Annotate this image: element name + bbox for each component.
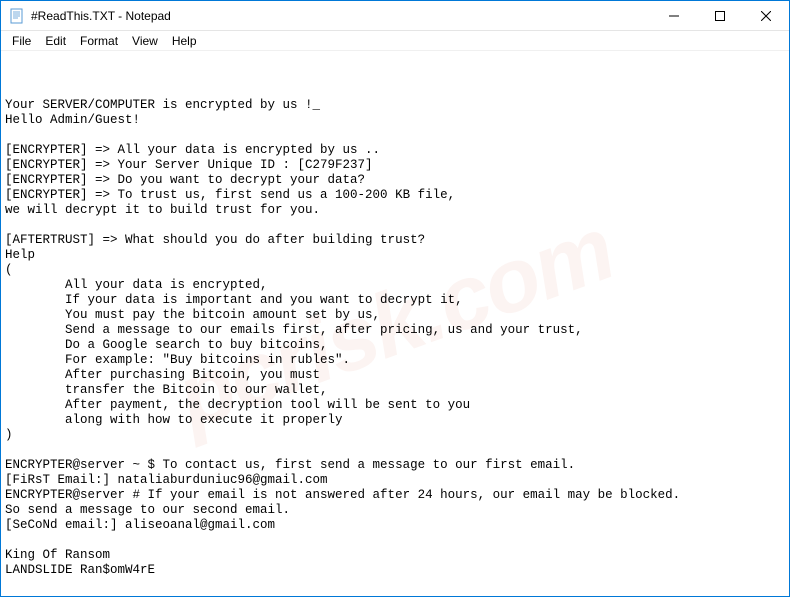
window-controls (651, 1, 789, 30)
minimize-icon (669, 11, 679, 21)
menu-edit[interactable]: Edit (38, 32, 73, 50)
notepad-icon (9, 8, 25, 24)
menu-help[interactable]: Help (165, 32, 204, 50)
titlebar: #ReadThis.TXT - Notepad (1, 1, 789, 31)
close-button[interactable] (743, 1, 789, 30)
menu-view[interactable]: View (125, 32, 165, 50)
maximize-icon (715, 11, 725, 21)
close-icon (761, 11, 771, 21)
menubar: File Edit Format View Help (1, 31, 789, 51)
menu-file[interactable]: File (5, 32, 38, 50)
menu-format[interactable]: Format (73, 32, 125, 50)
window-title: #ReadThis.TXT - Notepad (31, 9, 651, 23)
maximize-button[interactable] (697, 1, 743, 30)
text-content: Your SERVER/COMPUTER is encrypted by us … (5, 98, 785, 578)
text-area[interactable]: pcrisk.com Your SERVER/COMPUTER is encry… (1, 51, 789, 596)
minimize-button[interactable] (651, 1, 697, 30)
notepad-window: #ReadThis.TXT - Notepad File Edit (0, 0, 790, 597)
